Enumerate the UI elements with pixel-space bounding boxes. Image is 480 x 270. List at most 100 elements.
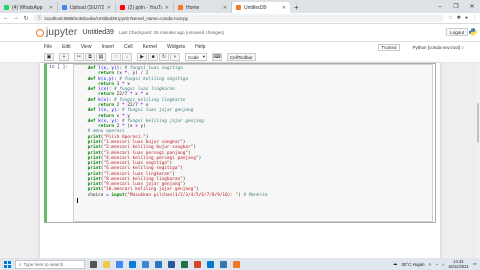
code-token: ): [145, 134, 149, 140]
extensions-icon[interactable]: ✱: [457, 15, 461, 21]
more-menu-icon[interactable]: ⋮: [472, 15, 477, 21]
jupyter-logo[interactable]: jupyter: [36, 27, 77, 38]
profile-icon[interactable]: ●: [465, 15, 468, 21]
code-editor[interactable]: def l(x, y)): # fungsi luas segitiga ret…: [73, 64, 433, 222]
tab-close-icon[interactable]: ✕: [107, 5, 111, 11]
move-down-icon[interactable]: ↓: [122, 53, 132, 61]
run-icon[interactable]: ▶: [137, 53, 147, 61]
store-icon[interactable]: [140, 259, 150, 269]
word-glyph: [167, 260, 175, 268]
clock[interactable]: 14.31 16/11/2021: [448, 259, 469, 269]
browser-tab[interactable]: Home ✕: [174, 2, 232, 13]
code-token: ): [198, 155, 202, 161]
restart-icon[interactable]: ↻: [159, 53, 169, 61]
minimize-button[interactable]: –: [432, 0, 448, 13]
paste-icon[interactable]: ▤: [96, 53, 106, 61]
browser-tab[interactable]: Upload (SIU7/2021) Kelas Bi...✕: [58, 2, 116, 13]
menu-insert[interactable]: Insert: [101, 44, 114, 50]
task-view-icon[interactable]: [88, 259, 98, 269]
code-text: def l(x, y)): # fungsi luas segitiga ret…: [77, 66, 429, 204]
url-text: localhost:8888/notebooks/Untitled39.ipyn…: [44, 15, 188, 21]
menu-view[interactable]: View: [81, 44, 92, 50]
new-tab-button[interactable]: +: [290, 2, 303, 13]
code-token: print: [87, 171, 101, 177]
chrome-icon[interactable]: [114, 259, 124, 269]
tab-close-icon[interactable]: ✕: [223, 5, 227, 11]
reload-icon[interactable]: ↻: [23, 15, 29, 22]
maximize-button[interactable]: ❐: [448, 0, 464, 13]
code-token: "10.mencari keliling jajar genjang": [103, 187, 196, 193]
cell-type-value: Code: [188, 54, 199, 60]
taskbar-search[interactable]: ⌕ Type here to search: [15, 259, 85, 269]
weather-icon[interactable]: ☁: [393, 261, 398, 267]
notification-icon[interactable]: ▭: [473, 261, 477, 267]
cell-toolbar-button[interactable]: CellToolbar: [227, 53, 256, 61]
kernel-indicator[interactable]: Python [conda env:root] ○: [413, 45, 465, 50]
tab-favicon-icon: [178, 5, 183, 10]
page-scrollbar[interactable]: [476, 63, 480, 258]
network-icon[interactable]: ◔: [435, 262, 438, 267]
menu-widgets[interactable]: Widgets: [167, 44, 185, 50]
edge-icon[interactable]: [127, 259, 137, 269]
back-icon[interactable]: ←: [3, 15, 9, 21]
window-controls: – ❐ ✕: [432, 0, 480, 13]
weather-text[interactable]: 30°C Hujan: [401, 262, 424, 267]
word-icon[interactable]: [166, 259, 176, 269]
menu-kernel[interactable]: Kernel: [143, 44, 157, 50]
save-icon[interactable]: ▣: [44, 53, 54, 61]
file-explorer-icon[interactable]: [101, 259, 111, 269]
tab-close-icon[interactable]: ✕: [165, 5, 169, 11]
code-token: # fungsi keliling lingkaran: [114, 97, 186, 103]
cut-icon[interactable]: ✂: [74, 53, 84, 61]
menu-help[interactable]: Help: [195, 44, 205, 50]
info-icon[interactable]: ⓘ: [37, 15, 42, 21]
menu-cell[interactable]: Cell: [124, 44, 133, 50]
python-icon[interactable]: [218, 259, 228, 269]
start-button[interactable]: [2, 259, 12, 269]
close-window-button[interactable]: ✕: [464, 0, 480, 13]
tray-chevron-icon[interactable]: ˄: [428, 262, 431, 267]
code-token: ): [193, 145, 196, 151]
python-logo-icon: [469, 28, 477, 36]
browser-tab[interactable]: (4) WhatsApp ✕: [0, 2, 58, 13]
bookmark-star-icon[interactable]: ☆: [448, 15, 452, 21]
jupyter-logo-icon: [36, 28, 44, 37]
excel-icon[interactable]: [179, 259, 189, 269]
code-cell[interactable]: In [ ]: def l(x, y)): # fungsi luas segi…: [44, 63, 436, 223]
browser-tab[interactable]: (2) ppln - YouTube✕: [116, 2, 174, 13]
code-token: "3.mencari luas persegi panjang": [103, 150, 189, 156]
browser-tab[interactable]: Untitled39 ✕: [232, 2, 290, 13]
powerpoint-icon[interactable]: [192, 259, 202, 269]
copy-icon[interactable]: ⧉: [85, 53, 95, 61]
tab-close-icon[interactable]: ✕: [49, 5, 53, 11]
vscode-icon[interactable]: [205, 259, 215, 269]
keyboard-icon[interactable]: ⌨: [212, 53, 222, 61]
cell-type-select[interactable]: Code ▾: [185, 53, 207, 61]
code-token: # fungsi keliling segitiga: [119, 76, 189, 82]
chevron-down-icon: ▾: [202, 54, 206, 59]
notebook-area: In [ ]: def l(x, y)): # fungsi luas segi…: [0, 63, 480, 258]
move-up-icon[interactable]: ↑: [111, 53, 121, 61]
jupyter-icon[interactable]: [231, 259, 241, 269]
code-token: choice: [77, 192, 107, 198]
code-token: l(x, y): [98, 108, 117, 114]
menu-file[interactable]: File: [44, 44, 52, 50]
mail-icon[interactable]: [153, 259, 163, 269]
scrollbar-thumb[interactable]: [477, 103, 479, 143]
forward-icon[interactable]: →: [13, 15, 19, 21]
volume-icon[interactable]: ♪: [442, 262, 444, 267]
menu-edit[interactable]: Edit: [62, 44, 71, 50]
notebook-title[interactable]: Untitled39: [82, 29, 114, 36]
code-token: # fungsi luas jajar genjang: [121, 108, 194, 114]
interrupt-icon[interactable]: ■: [148, 53, 158, 61]
fast-forward-icon[interactable]: »: [170, 53, 180, 61]
logout-button[interactable]: Logout: [446, 28, 468, 36]
jupyter-glyph: [232, 260, 240, 268]
code-token: print: [87, 145, 101, 151]
tab-close-icon[interactable]: ✕: [282, 5, 286, 11]
url-input[interactable]: ⓘ localhost:8888/notebooks/Untitled39.ip…: [33, 14, 445, 22]
trusted-badge[interactable]: Trusted: [378, 43, 400, 51]
add-cell-icon[interactable]: +: [59, 53, 69, 61]
